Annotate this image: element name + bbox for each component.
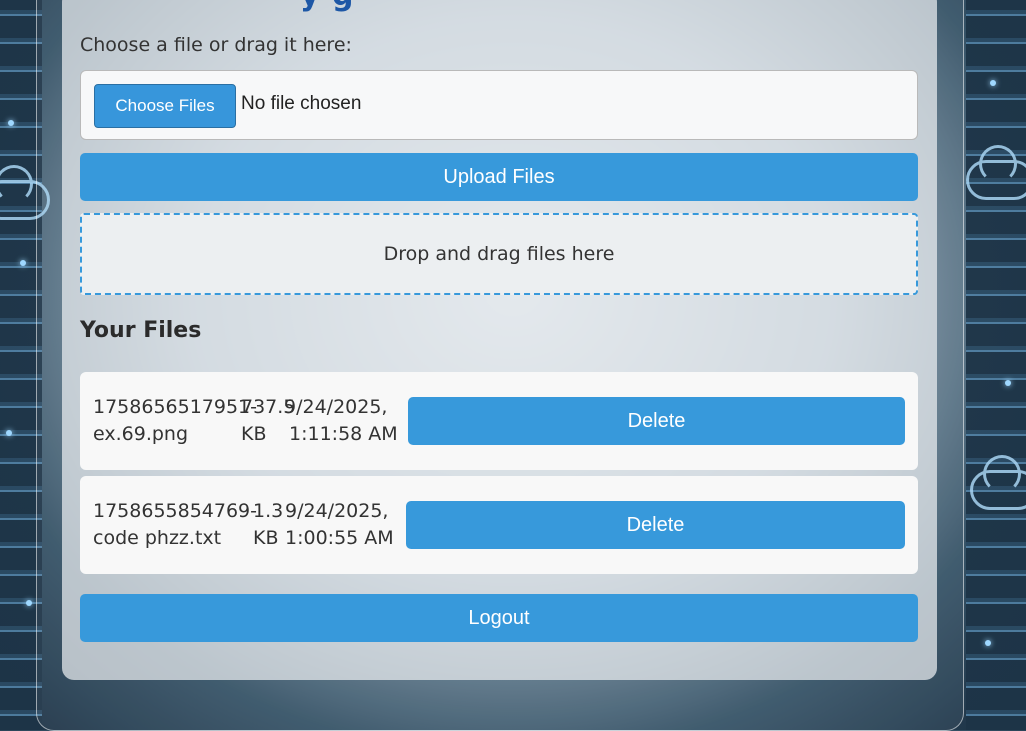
led-dot-decoration [990,80,996,86]
file-name: 1758656517951- ex.69.png [93,396,258,445]
cloud-icon [966,145,1026,200]
your-files-heading: Your Files [80,318,202,343]
cloud-icon [970,455,1026,510]
led-dot-decoration [6,430,12,436]
delete-button[interactable]: Delete [406,501,905,549]
file-card: 1758655854769- code phzz.txt 1.3 KB 9/24… [80,476,918,574]
file-date: 9/24/2025, 1:00:55 AM [285,500,394,549]
file-status-text: No file chosen [241,93,362,114]
file-input[interactable]: Choose Files No file chosen [80,70,918,140]
led-dot-decoration [20,260,26,266]
led-dot-decoration [1005,380,1011,386]
file-name: 1758655854769- code phzz.txt [93,500,258,549]
delete-button[interactable]: Delete [408,397,905,445]
led-dot-decoration [8,120,14,126]
server-rack-decoration-right [966,0,1026,730]
page-title: y g [300,0,354,13]
drop-zone-text: Drop and drag files here [383,243,615,265]
logout-button[interactable]: Logout [80,594,918,642]
file-size: 1.3 KB [253,500,284,549]
choose-file-label: Choose a file or drag it here: [80,34,352,56]
choose-files-button[interactable]: Choose Files [94,84,236,128]
led-dot-decoration [985,640,991,646]
file-date: 9/24/2025, 1:11:58 AM [284,396,398,445]
drop-zone[interactable]: Drop and drag files here [80,213,918,295]
upload-files-button[interactable]: Upload Files [80,153,918,201]
file-card: 1758656517951- ex.69.png 737.5 KB 9/24/2… [80,372,918,470]
led-dot-decoration [26,600,32,606]
